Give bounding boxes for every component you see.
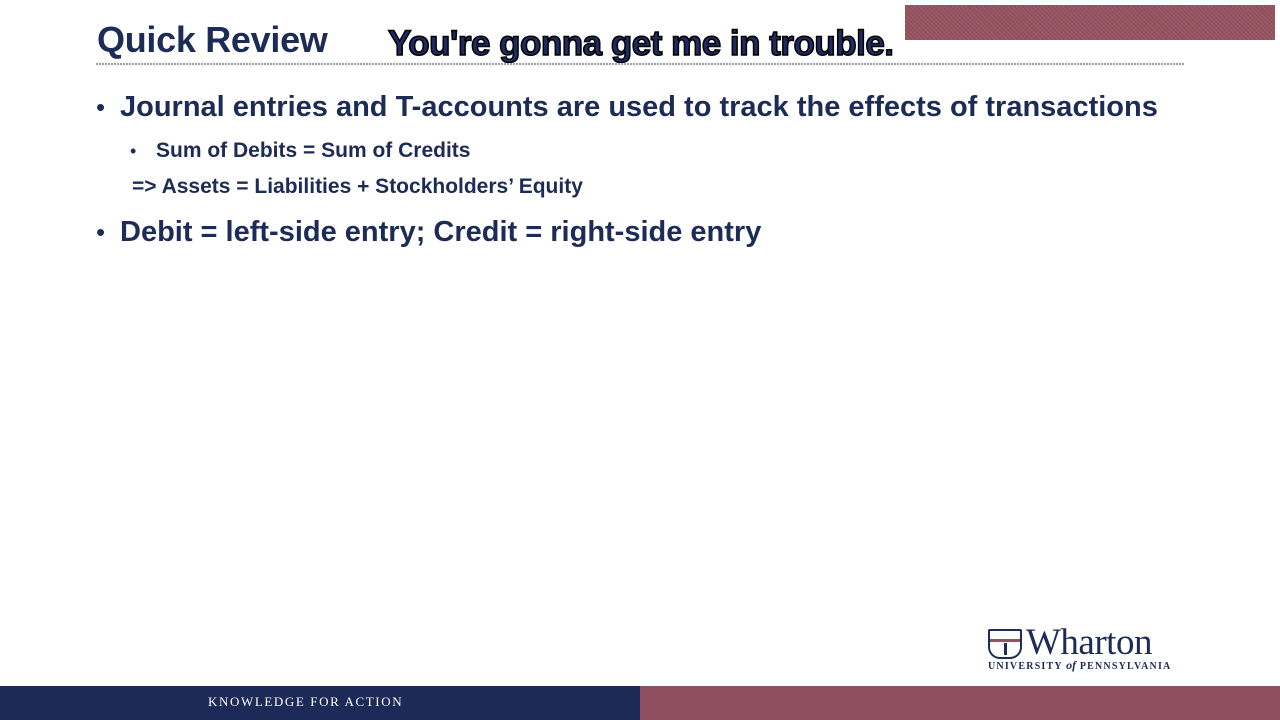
bullet-icon: • (96, 217, 106, 247)
footer-tagline: KNOWLEDGE FOR ACTION (208, 694, 404, 709)
footer-bar-right (640, 686, 1280, 720)
slide: Quick Review You're gonna get me in trou… (0, 0, 1280, 720)
bullet-icon: • (130, 141, 137, 161)
slide-title: Quick Review (97, 19, 328, 60)
header-accent-bar (905, 5, 1275, 40)
wharton-logo: Wharton UNIVERSITY of PENNSYLVANIA (988, 622, 1188, 673)
sub-bullet-item: • Sum of Debits = Sum of Credits (96, 137, 1186, 165)
penn-shield-icon (988, 629, 1022, 659)
logo-university: UNIVERSITY of PENNSYLVANIA (988, 658, 1172, 672)
bullet-icon: • (96, 92, 106, 122)
subtitle-caption: You're gonna get me in trouble. (387, 23, 895, 64)
bullet-text: Journal entries and T-accounts are used … (120, 91, 1158, 123)
bullet-list: • Journal entries and T-accounts are use… (96, 88, 1186, 252)
bullet-text: Debit = left-side entry; Credit = right-… (120, 216, 762, 248)
sub-line: => Assets = Liabilities + Stockholders’ … (132, 175, 583, 198)
sub-bullet-text: Sum of Debits = Sum of Credits (156, 139, 471, 162)
bullet-item: • Journal entries and T-accounts are use… (96, 88, 1186, 127)
bullet-item: • Debit = left-side entry; Credit = righ… (96, 213, 1186, 252)
footer-bar-left: KNOWLEDGE FOR ACTION (0, 686, 640, 720)
title-divider (96, 63, 1184, 65)
